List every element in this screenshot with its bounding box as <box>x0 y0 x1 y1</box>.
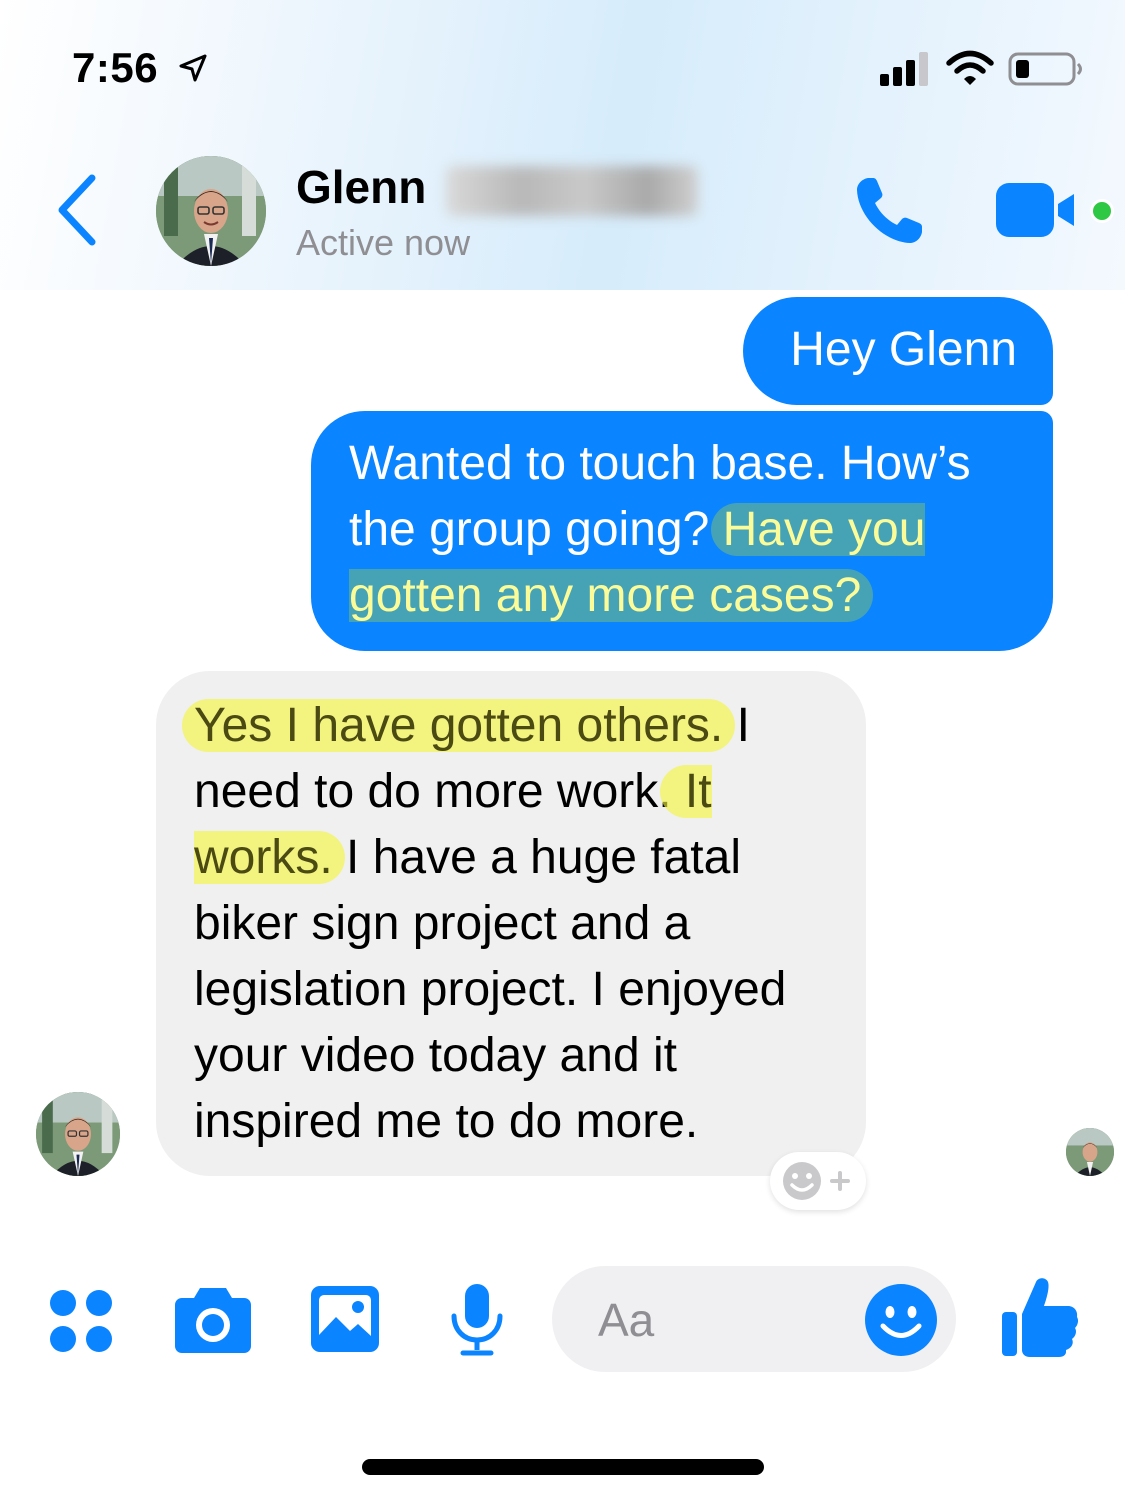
thumbs-up-icon[interactable] <box>1000 1276 1080 1358</box>
smiley-icon[interactable] <box>864 1283 938 1357</box>
active-status: Active now <box>296 222 471 263</box>
highlighted-text: Yes I have gotten others. <box>182 699 736 752</box>
message-text: Hey Glenn <box>790 323 1017 376</box>
redacted-surname <box>446 166 698 216</box>
message-input-placeholder: Aa <box>598 1294 655 1346</box>
image-icon[interactable] <box>310 1285 380 1353</box>
home-indicator[interactable] <box>362 1459 764 1475</box>
message-input[interactable]: Aa <box>552 1266 956 1372</box>
cellular-signal-icon <box>880 52 928 86</box>
contact-name[interactable]: Glenn <box>296 160 426 214</box>
add-reaction-button[interactable] <box>770 1152 866 1210</box>
video-camera-icon[interactable] <box>994 180 1084 240</box>
status-time: 7:56 <box>72 44 159 91</box>
sender-avatar[interactable] <box>36 1092 120 1176</box>
wifi-icon <box>946 50 994 85</box>
outgoing-message[interactable]: Wanted to touch base. How’s the group go… <box>311 411 1053 651</box>
four-dots-icon[interactable] <box>48 1288 114 1354</box>
phone-icon[interactable] <box>852 174 928 248</box>
microphone-icon[interactable] <box>448 1282 506 1358</box>
outgoing-message[interactable]: Hey Glenn <box>743 297 1053 405</box>
add-reaction-icon <box>783 1162 850 1200</box>
chevron-left-icon[interactable] <box>52 172 104 248</box>
incoming-message[interactable]: Yes I have gotten others. I need to do m… <box>156 671 866 1176</box>
battery-icon <box>1008 52 1082 86</box>
online-status-dot <box>1090 199 1114 223</box>
location-arrow-icon <box>179 54 207 82</box>
contact-avatar[interactable] <box>156 156 266 266</box>
camera-icon[interactable] <box>174 1286 252 1354</box>
read-receipt-avatar <box>1066 1128 1114 1176</box>
